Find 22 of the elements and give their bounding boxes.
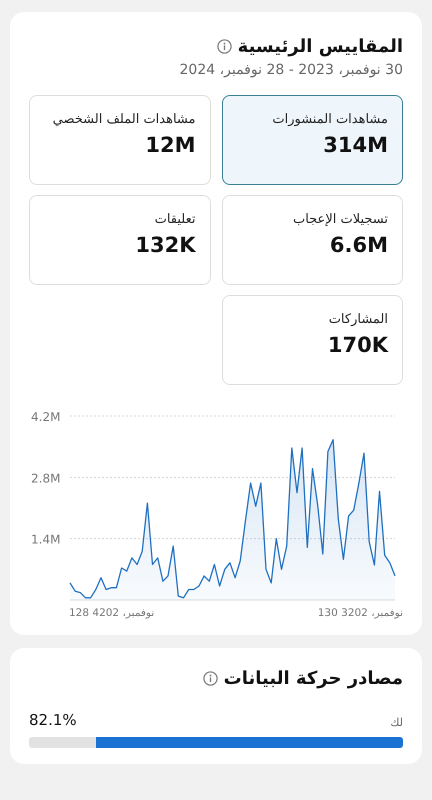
metric-label: مشاهدات الملف الشخصي xyxy=(52,112,196,127)
section-title: مصادر حركة البيانات xyxy=(224,668,403,689)
metric-value: 12M xyxy=(144,133,196,157)
metric-label: مشاهدات المنشورات xyxy=(271,112,388,127)
metric-value: 170K xyxy=(326,333,388,357)
info-icon[interactable] xyxy=(202,671,218,686)
y-axis-label: 2.8M xyxy=(31,471,60,486)
info-icon[interactable] xyxy=(216,39,232,54)
metric-value: 6.6M xyxy=(328,233,388,257)
y-axis-label: 1.4M xyxy=(31,532,60,547)
x-axis-label: نوفمبر، 4202 128 xyxy=(69,607,154,619)
metric-value: 314M xyxy=(322,133,388,157)
source-share: 82.1% xyxy=(29,711,77,729)
metric-value: 132K xyxy=(134,233,196,257)
source-label: لك xyxy=(390,716,403,729)
section-title: المقاييس الرئيسية xyxy=(238,36,403,57)
y-axis-label: 4.2M xyxy=(31,410,60,424)
metric-label: المشاركات xyxy=(328,312,388,327)
x-axis-label: نوفمبر، 3202 130 xyxy=(318,607,403,619)
metric-label: تعليقات xyxy=(154,212,196,227)
metric-label: تسجيلات الإعجاب xyxy=(292,212,388,227)
date-range: 30 نوفمبر، 2023 - 28 نوفمبر، 2024 xyxy=(178,62,403,78)
